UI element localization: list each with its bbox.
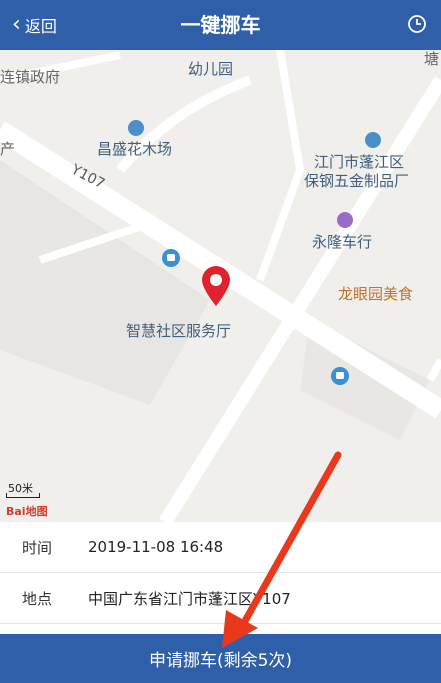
bus-stop-icon	[331, 367, 349, 385]
poi-service-hall: 智慧社区服务厅	[126, 322, 232, 340]
back-button[interactable]: ‹ 返回	[12, 0, 57, 50]
map-view[interactable]: 幼儿园 连镇政府 昌盛花木场 江门市蓬江区 保钢五金制品厂 永隆车行 龙眼园美食…	[0, 50, 441, 522]
poi-nursery: 昌盛花木场	[97, 140, 173, 158]
time-value: 2019-11-08 16:48	[88, 538, 224, 556]
school-marker-icon	[128, 120, 144, 136]
location-label: 地点	[22, 589, 53, 608]
clock-icon[interactable]	[407, 14, 427, 34]
shop-marker-icon	[337, 212, 353, 228]
info-panel: 时间 2019-11-08 16:48 地点 中国广东省江门市蓬江区Y107	[0, 522, 441, 624]
time-label: 时间	[22, 538, 53, 557]
poi-kindergarten: 幼儿园	[188, 60, 234, 78]
chevron-left-icon: ‹	[12, 12, 21, 37]
building-marker-icon	[365, 132, 381, 148]
request-move-button[interactable]: 申请挪车(剩余5次)	[0, 634, 441, 683]
header-bar: ‹ 返回 一键挪车	[0, 0, 441, 50]
poi-partial-left: 产	[0, 140, 16, 158]
time-row: 时间 2019-11-08 16:48	[0, 522, 441, 573]
location-value: 中国广东省江门市蓬江区Y107	[88, 589, 291, 608]
bus-stop-icon	[162, 249, 180, 267]
map-scale-bar	[6, 493, 40, 498]
poi-partial-right: 塘	[424, 50, 440, 68]
location-row: 地点 中国广东省江门市蓬江区Y107	[0, 573, 441, 624]
poi-car-dealer: 永隆车行	[312, 233, 373, 251]
poi-hardware: 保钢五金制品厂	[304, 172, 410, 190]
location-pin-icon	[202, 266, 230, 306]
poi-government: 连镇政府	[0, 68, 61, 86]
poi-restaurant: 龙眼园美食	[338, 285, 414, 303]
poi-district: 江门市蓬江区	[314, 153, 405, 171]
back-label: 返回	[24, 17, 57, 36]
page-title: 一键挪车	[180, 13, 261, 37]
map-attribution: Bai地图	[6, 505, 48, 518]
